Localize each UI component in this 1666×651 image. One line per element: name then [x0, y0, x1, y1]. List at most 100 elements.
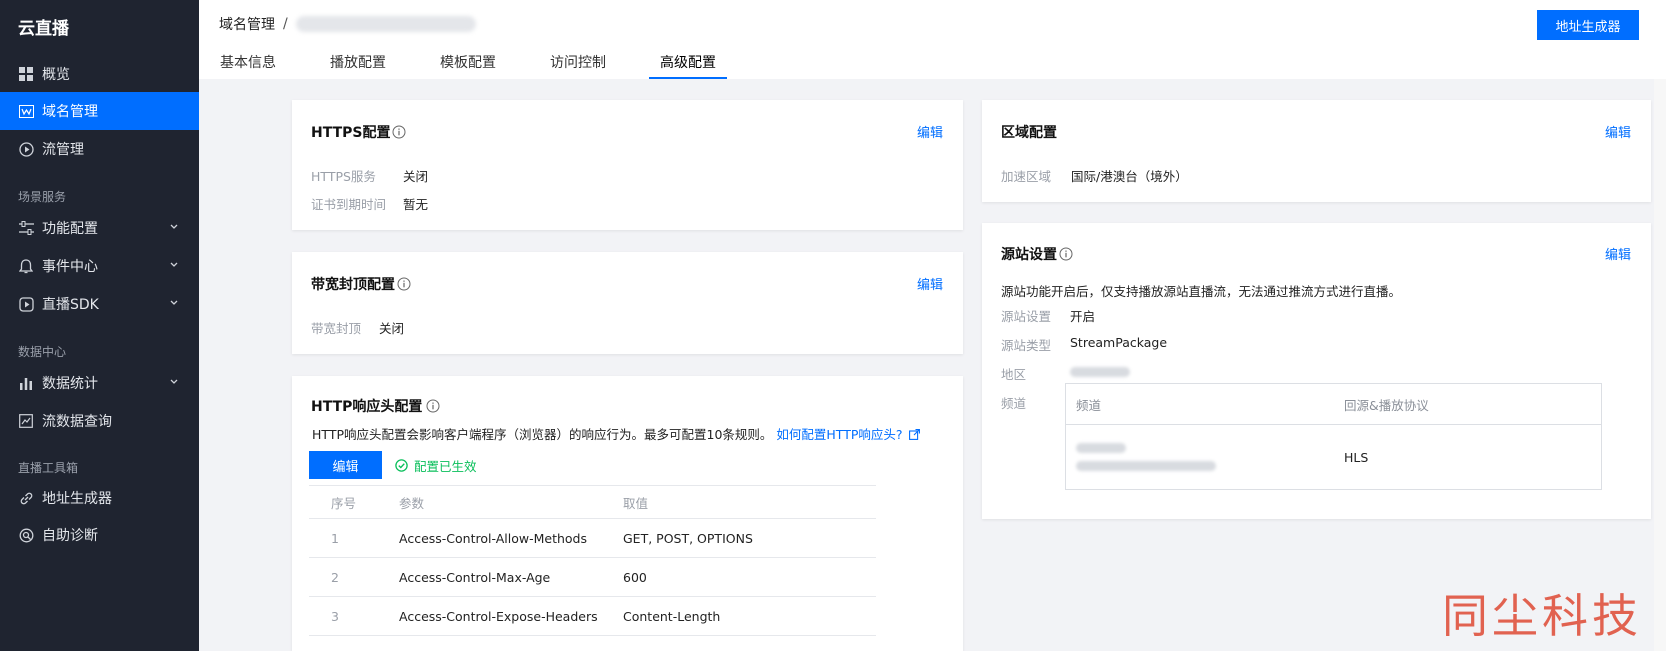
kv-key: 证书到期时间 — [311, 197, 387, 212]
region-edit-link[interactable]: 编辑 — [1605, 122, 1631, 141]
sidebar-item-self-diagnosis[interactable]: 自助诊断 — [0, 516, 199, 554]
bell-icon — [18, 258, 34, 274]
row-param: Access-Control-Expose-Headers — [398, 596, 622, 636]
kv-row: 带宽封顶 关闭 — [311, 318, 404, 337]
status-text: 配置已生效 — [414, 459, 477, 474]
description-text: HTTP响应头配置会影响客户端程序（浏览器）的响应行为。最多可配置10条规则。 — [312, 427, 773, 442]
sidebar-item-label: 直播SDK — [42, 297, 99, 313]
sidebar-item-label: 数据统计 — [42, 376, 98, 392]
card-title: HTTP响应头配置 — [311, 396, 440, 416]
table-header-row: 频道 回源&播放协议 — [1065, 383, 1602, 425]
sidebar-item-domain-management[interactable]: 域名管理 — [0, 92, 199, 130]
https-edit-link[interactable]: 编辑 — [917, 122, 943, 141]
sidebar-item-address-generator[interactable]: 地址生成器 — [0, 479, 199, 517]
kv-row: HTTPS服务 关闭 — [311, 166, 428, 185]
origin-notice: 源站功能开启后，仅支持播放源站直播流，无法通过推流方式进行直播。 — [1001, 284, 1402, 299]
app-title: 云直播 — [18, 19, 69, 39]
breadcrumb-domain-redacted — [295, 16, 476, 32]
top-header: 域名管理 / 地址生成器 基本信息 播放配置 模板配置 访问控制 高级配置 — [199, 0, 1666, 79]
kv-value: 暂无 — [403, 197, 429, 212]
kv-value: StreamPackage — [1070, 335, 1168, 350]
breadcrumb-separator: / — [283, 16, 288, 32]
breadcrumb-root[interactable]: 域名管理 — [219, 14, 275, 34]
info-icon[interactable] — [392, 125, 406, 139]
sliders-icon — [18, 220, 34, 236]
sidebar-section-scene: 场景服务 — [18, 190, 67, 204]
http-header-edit-button[interactable]: 编辑 — [309, 451, 382, 479]
column-header: 回源&播放协议 — [1334, 383, 1602, 425]
sidebar-item-label: 域名管理 — [42, 104, 98, 120]
info-icon[interactable] — [397, 277, 411, 291]
kv-key: HTTPS服务 — [311, 169, 376, 184]
tab-access-control[interactable]: 访问控制 — [539, 52, 617, 79]
external-link-icon[interactable] — [908, 429, 920, 440]
address-generator-button[interactable]: 地址生成器 — [1537, 10, 1639, 40]
sidebar-item-live-sdk[interactable]: 直播SDK — [0, 285, 199, 323]
sidebar-item-label: 事件中心 — [42, 259, 98, 275]
config-status: 配置已生效 — [395, 456, 477, 475]
kv-row: 源站设置 开启 — [1001, 306, 1095, 325]
sidebar-item-stream-query[interactable]: 流数据查询 — [0, 402, 199, 440]
kv-key: 源站类型 — [1001, 338, 1052, 353]
sidebar-item-feature-config[interactable]: 功能配置 — [0, 209, 199, 247]
sidebar-item-statistics[interactable]: 数据统计 — [0, 364, 199, 402]
sidebar-item-label: 地址生成器 — [42, 491, 112, 507]
play-circle-icon — [18, 141, 34, 157]
table-header-row: 序号 参数 取值 — [309, 485, 876, 519]
table-row: HLS — [1066, 425, 1602, 490]
origin-title: 源站设置 — [1001, 247, 1057, 263]
info-icon[interactable] — [426, 399, 440, 413]
kv-row: 源站类型 StreamPackage — [1001, 335, 1167, 354]
sidebar-item-stream-management[interactable]: 流管理 — [0, 130, 199, 168]
row-index: 3 — [309, 596, 398, 636]
kv-row: 证书到期时间 暂无 — [311, 194, 428, 213]
kv-value: 关闭 — [403, 169, 429, 184]
bandwidth-edit-link[interactable]: 编辑 — [917, 274, 943, 293]
sidebar-item-label: 流管理 — [42, 142, 84, 158]
row-param: Access-Control-Allow-Methods — [398, 518, 622, 558]
bar-chart-icon — [18, 375, 34, 391]
sidebar-item-label: 功能配置 — [42, 221, 98, 237]
row-index: 2 — [309, 557, 398, 597]
kv-key: 加速区域 — [1001, 169, 1052, 184]
https-title: HTTPS配置 — [311, 125, 391, 141]
row-param: Access-Control-Max-Age — [398, 557, 622, 597]
column-header: 序号 — [309, 485, 398, 519]
origin-edit-link[interactable]: 编辑 — [1605, 244, 1631, 263]
help-link[interactable]: 如何配置HTTP响应头? — [776, 427, 902, 442]
tab-advanced-config[interactable]: 高级配置 — [649, 52, 727, 79]
sidebar-item-label: 概览 — [42, 67, 70, 83]
sidebar-item-label: 流数据查询 — [42, 414, 112, 430]
kv-value: 关闭 — [379, 321, 405, 336]
kv-value: 国际/港澳台（境外） — [1071, 169, 1188, 184]
tab-bar: 基本信息 播放配置 模板配置 访问控制 高级配置 — [209, 52, 759, 79]
kv-key: 地区 — [1001, 367, 1027, 382]
kv-value: 开启 — [1070, 309, 1096, 324]
tab-template-config[interactable]: 模板配置 — [429, 52, 507, 79]
http-header-card: HTTP响应头配置 HTTP响应头配置会影响客户端程序（浏览器）的响应行为。最多… — [292, 376, 963, 651]
tab-basic-info[interactable]: 基本信息 — [209, 52, 287, 79]
play-icon — [18, 296, 34, 312]
card-title: HTTPS配置 — [311, 122, 406, 142]
sidebar-item-event-center[interactable]: 事件中心 — [0, 247, 199, 285]
chevron-down-icon — [170, 262, 178, 267]
chevron-down-icon — [170, 300, 178, 305]
channel-cell-redacted — [1066, 425, 1335, 490]
kv-key: 带宽封顶 — [311, 321, 362, 336]
column-header: 取值 — [622, 485, 876, 519]
page-scrollbar[interactable] — [1654, 79, 1666, 651]
table-row: 1 Access-Control-Allow-Methods GET, POST… — [309, 518, 876, 558]
tab-playback-config[interactable]: 播放配置 — [319, 52, 397, 79]
check-circle-icon — [395, 459, 408, 472]
sidebar-item-overview[interactable]: 概览 — [0, 55, 199, 93]
chevron-down-icon — [170, 224, 178, 229]
link-icon — [18, 490, 34, 506]
info-icon[interactable] — [1059, 247, 1073, 261]
row-index: 1 — [309, 518, 398, 558]
column-header: 参数 — [398, 485, 622, 519]
region-config-card: 区域配置 编辑 加速区域 国际/港澳台（境外） — [982, 100, 1651, 202]
card-title: 源站设置 — [1001, 244, 1073, 264]
http-header-title: HTTP响应头配置 — [311, 399, 423, 415]
kv-key: 频道 — [1001, 396, 1027, 411]
card-title: 带宽封顶配置 — [311, 274, 411, 294]
